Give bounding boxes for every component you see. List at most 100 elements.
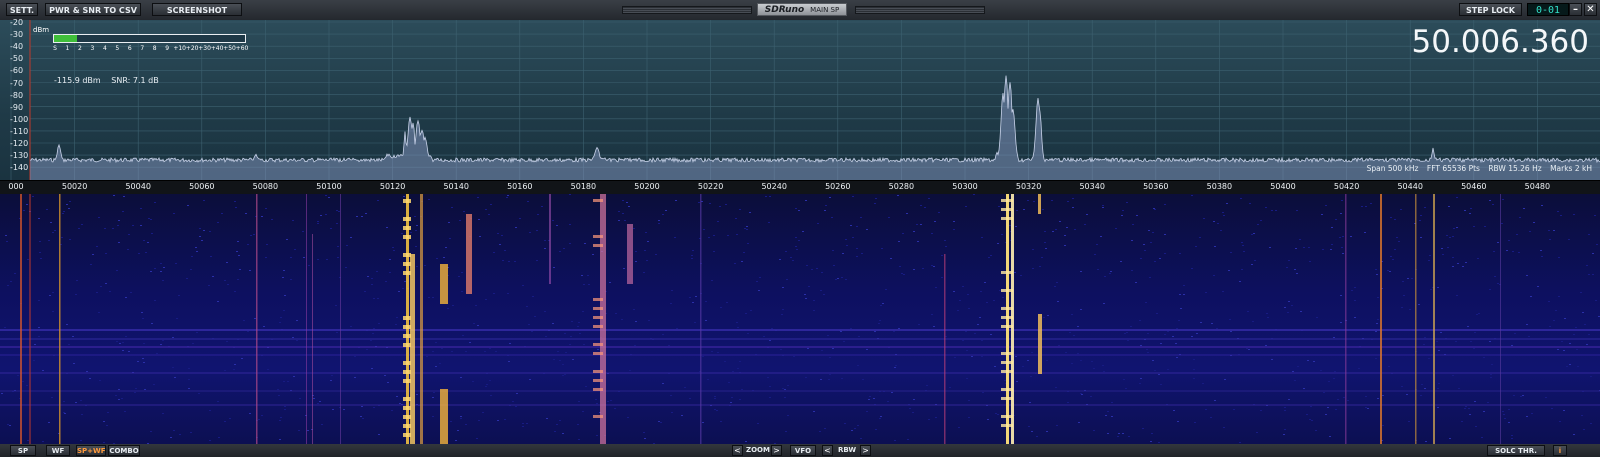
wf-noise [744,228,746,229]
pwr-snr-csv-button[interactable]: PWR & SNR TO CSV [45,3,141,16]
wf-signal-trace [312,234,313,444]
wf-noise [22,381,24,382]
wf-noise [1164,204,1166,205]
wf-noise [188,368,190,369]
wf-noise [1354,300,1356,301]
frequency-display[interactable]: 50.006.360 [1412,24,1590,60]
screenshot-button[interactable]: SCREENSHOT [152,3,242,16]
wf-noise [552,323,554,324]
wf-noise [1139,383,1141,384]
wf-noise [92,254,94,255]
wf-noise [143,240,145,241]
vfo-button[interactable]: VFO [790,445,816,456]
wf-noise [833,265,835,266]
wf-noise [1248,349,1250,350]
wf-noise [1121,215,1123,216]
settings-button[interactable]: SETT. [6,3,38,16]
wf-noise [564,333,566,334]
wf-noise [670,303,672,304]
wf-noise [1167,369,1169,370]
wf-noise [1228,270,1230,271]
wf-noise [224,421,226,422]
wf-noise [490,395,492,396]
wf-noise [465,424,467,425]
zoom-decrease-button[interactable]: < [732,445,743,456]
wf-noise [628,206,630,207]
step-lock-button[interactable]: STEP LOCK [1459,3,1522,16]
wf-noise [1226,203,1228,204]
zoom-increase-button[interactable]: > [771,445,782,456]
wf-noise [1592,274,1594,275]
wf-blob [403,235,411,239]
spectrum-plot [10,20,1600,180]
wf-noise [1139,320,1141,321]
rbw-increase-button[interactable]: > [860,445,871,456]
wf-noise [544,311,546,312]
wf-noise [596,435,598,436]
frequency-axis[interactable]: 000 50020 50040 50060 50080 50100 50120 50140 50… [0,180,1600,195]
solc-threshold-button[interactable]: SOLC THR. [1487,445,1545,456]
wf-noise [1093,430,1095,431]
wf-noise [402,288,404,289]
wf-noise [860,438,862,439]
combo-mode-button[interactable]: COMBO [108,445,140,456]
wf-noise [941,277,943,278]
wf-noise [81,414,83,415]
wf-blob [593,379,603,382]
wf-noise [965,206,967,207]
spectrum-display[interactable]: -20 -30 -40 -50 -60 -70 -80 -90 -100 -110 -120 -130… [0,18,1600,180]
wf-noise [1136,215,1138,216]
wf-noise [103,442,105,443]
wf-noise [973,194,975,195]
wf-noise [33,360,35,361]
wf-noise [1144,250,1146,251]
solc-level-indicator[interactable]: i [1553,445,1567,456]
wf-noise [130,292,132,293]
wf-noise [280,317,282,318]
minimize-button[interactable]: – [1569,3,1582,16]
rbw-decrease-button[interactable]: < [822,445,833,456]
wf-noise [581,275,583,276]
wf-noise [62,213,64,214]
wf-noise [1044,231,1046,232]
wf-noise [1233,409,1235,410]
wf-noise [570,336,572,337]
wf-blob [1001,397,1013,400]
drag-grip-left[interactable] [622,6,752,14]
wf-noise [931,265,933,266]
wf-noise [147,242,149,243]
sp-wf-mode-button[interactable]: SP+WF [76,445,106,456]
wf-noise [326,259,328,260]
wf-noise [831,217,833,218]
wf-noise [121,398,123,399]
wf-noise [1287,312,1289,313]
drag-grip-right[interactable] [855,6,985,14]
wf-noise [944,240,946,241]
step-digits-display[interactable]: 0-01 [1527,3,1569,16]
waterfall-display[interactable] [0,194,1600,444]
sp-mode-button[interactable]: SP [10,445,36,456]
wf-mode-button[interactable]: WF [46,445,70,456]
wf-noise [1325,414,1327,415]
wf-noise [160,263,162,264]
wf-noise [1568,239,1570,240]
s-meter-tick-label: 1 [65,45,70,52]
wf-noise [1140,378,1142,379]
wf-noise [317,223,319,224]
wf-noise [1151,433,1153,434]
wf-noise [373,407,375,408]
wf-noise [1230,331,1232,332]
wf-noise [1469,414,1471,415]
wf-noise [367,276,369,277]
wf-blob [593,325,603,328]
wf-noise [553,267,555,268]
wf-noise [829,197,831,198]
wf-noise [1577,366,1579,367]
zoom-label: ZOOM [746,446,770,454]
wf-noise [335,305,337,306]
wf-noise [51,397,53,398]
close-button[interactable]: ✕ [1584,3,1597,16]
wf-noise [829,357,831,358]
wf-signal-trace [20,194,22,444]
wf-noise [891,392,893,393]
